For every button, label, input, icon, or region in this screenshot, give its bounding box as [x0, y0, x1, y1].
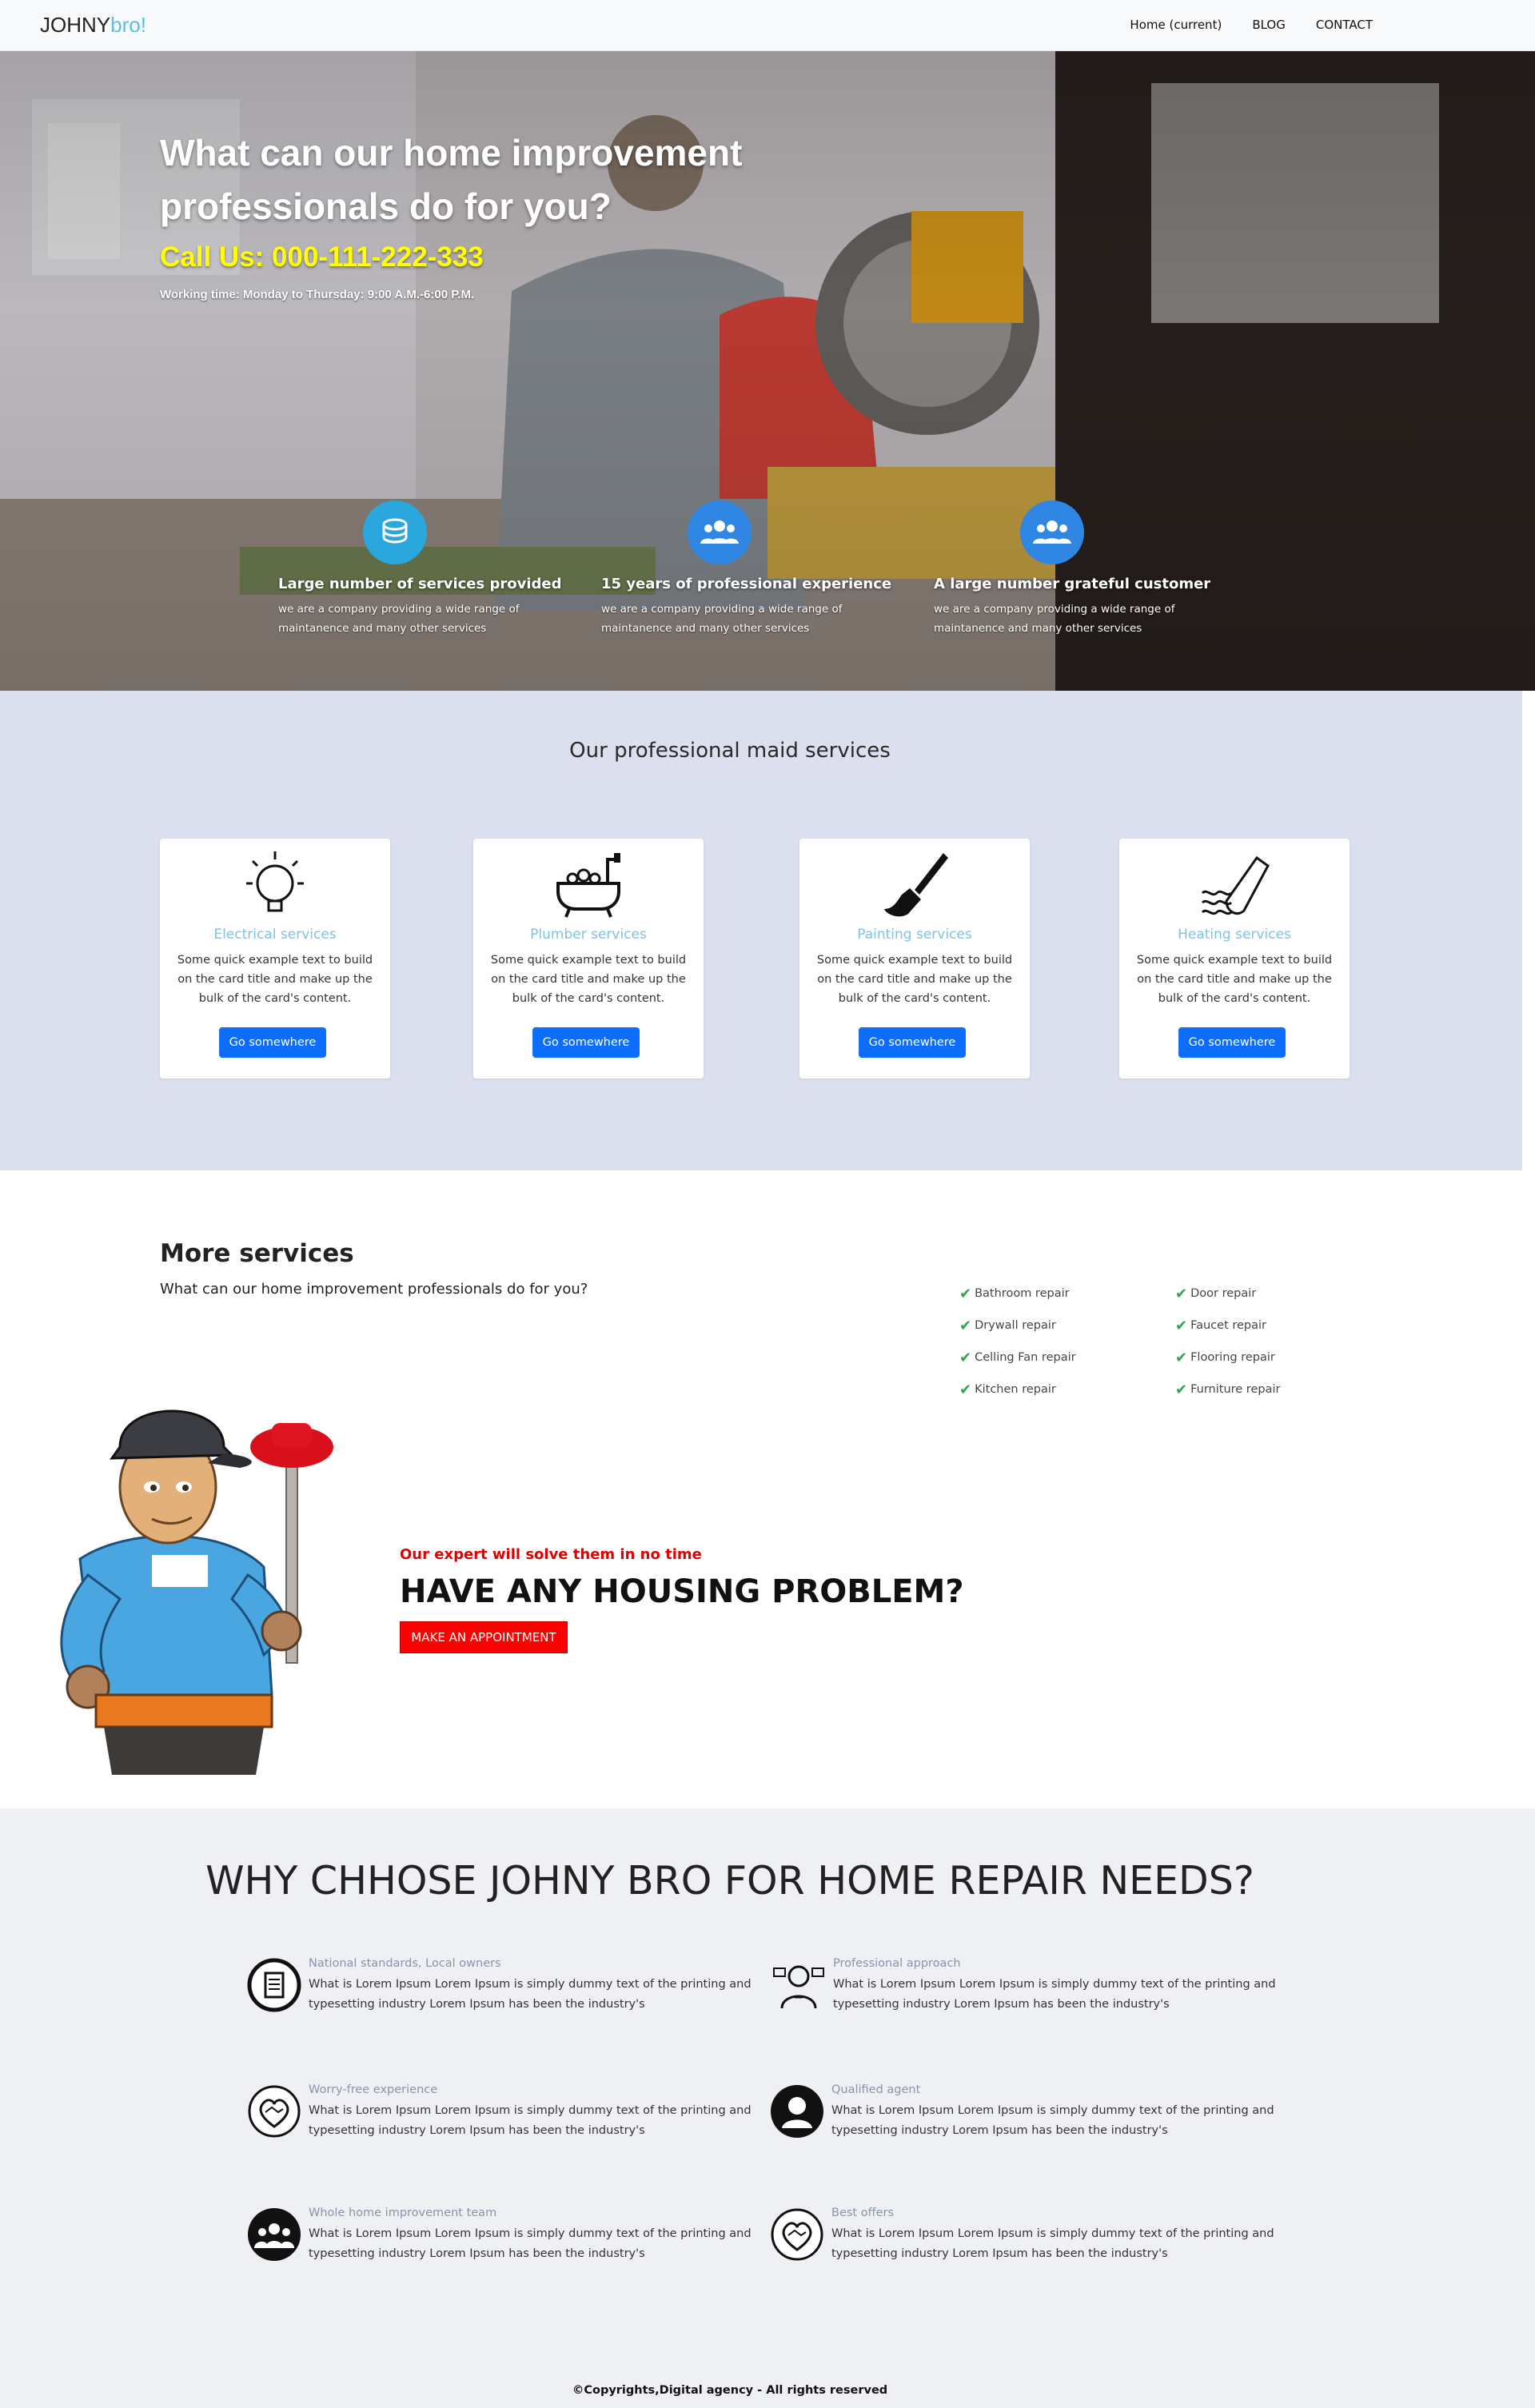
- nav-blog-link[interactable]: BLOG: [1252, 18, 1286, 32]
- why-item-title: Whole home improvement team: [309, 2207, 497, 2219]
- card-title: Heating services: [1178, 927, 1291, 943]
- list-item: ✔ Door repair: [1175, 1285, 1257, 1302]
- paintbrush-icon: [884, 853, 948, 917]
- navbar: JOHNYbro! Home (current) BLOG CONTACT: [0, 0, 1535, 51]
- feature-text: we are a company providing a wide range …: [934, 603, 1175, 635]
- why-item-professional: Professional approach What is Lorem Ipsu…: [771, 1957, 1276, 2021]
- why-item-text: What is Lorem Ipsum Lorem Ipsum is simpl…: [309, 2104, 752, 2137]
- more-services-title: More services: [160, 1239, 354, 1268]
- service-card-heating: Heating services Some quick example text…: [1119, 839, 1350, 1078]
- go-somewhere-button[interactable]: Go somewhere: [219, 1027, 326, 1058]
- coins-icon: [363, 500, 427, 564]
- heating-icon: [1201, 855, 1270, 915]
- hero-phone[interactable]: Call Us: 000-111-222-333: [160, 241, 484, 273]
- brand-accent: bro!: [110, 13, 146, 37]
- why-item-text: What is Lorem Ipsum Lorem Ipsum is simpl…: [831, 2104, 1274, 2137]
- why-item-text: What is Lorem Ipsum Lorem Ipsum is simpl…: [309, 1978, 752, 2011]
- why-item-best-offers: Best offers What is Lorem Ipsum Lorem Ip…: [769, 2207, 1274, 2270]
- card-text: Some quick example text to build on the …: [1136, 954, 1333, 1005]
- check-icon: ✔: [959, 1317, 972, 1334]
- nav-contact-link[interactable]: CONTACT: [1316, 18, 1373, 32]
- card-title: Plumber services: [530, 927, 647, 943]
- card-text: Some quick example text to build on the …: [177, 954, 373, 1005]
- professional-icon: [773, 1965, 824, 2009]
- check-icon: ✔: [1175, 1285, 1188, 1302]
- why-item-title: Best offers: [831, 2207, 895, 2219]
- service-list-right: ✔ Door repair ✔ Faucet repair ✔ Flooring re…: [1175, 1278, 1280, 1405]
- list-item: ✔ Flooring repair: [1175, 1349, 1275, 1366]
- card-text: Some quick example text to build on the …: [816, 954, 1013, 1005]
- users-icon: [688, 500, 752, 564]
- card-title: Painting services: [857, 927, 972, 943]
- more-services-subtitle: What can our home improvement profession…: [160, 1281, 588, 1298]
- why-choose-section: WHY CHHOSE JOHNY BRO FOR HOME REPAIR NEE…: [0, 1808, 1535, 2408]
- feature-text: we are a company providing a wide range …: [278, 603, 520, 635]
- bathtub-icon: [556, 853, 620, 918]
- plumber-illustration: [60, 1409, 333, 1775]
- check-icon: ✔: [959, 1381, 972, 1398]
- make-appointment-button[interactable]: MAKE AN APPOINTMENT: [400, 1621, 568, 1653]
- why-item-text: What is Lorem Ipsum Lorem Ipsum is simpl…: [309, 2227, 752, 2260]
- feature-title: A large number grateful customer: [934, 576, 1211, 592]
- brand-main: JOHNY: [40, 13, 111, 37]
- service-card-plumber: Plumber services Some quick example text…: [473, 839, 704, 1078]
- why-item-worry-free: Worry-free experience What is Lorem Ipsu…: [246, 2083, 752, 2147]
- check-icon: ✔: [959, 1285, 972, 1302]
- check-icon: ✔: [1175, 1381, 1188, 1398]
- housing-headline: HAVE ANY HOUSING PROBLEM?: [400, 1573, 964, 1610]
- hero-section: What can our home improvement profession…: [0, 51, 1535, 691]
- feature-text: we are a company providing a wide range …: [601, 603, 843, 635]
- hero-hours: Working time: Monday to Thursday: 9:00 A…: [160, 288, 475, 301]
- document-icon: [247, 1958, 301, 2012]
- hero-title: What can our home improvement profession…: [160, 132, 743, 227]
- lightbulb-icon: [246, 851, 304, 912]
- check-icon: ✔: [959, 1349, 972, 1366]
- service-list-left: ✔ Bathroom repair ✔ Drywall repair ✔ Cellin…: [959, 1278, 1076, 1405]
- why-item-text: What is Lorem Ipsum Lorem Ipsum is simpl…: [831, 2227, 1274, 2260]
- why-item-text: What is Lorem Ipsum Lorem Ipsum is simpl…: [833, 1978, 1276, 2011]
- why-item-qualified-agent: Qualified agent What is Lorem Ipsum Lore…: [769, 2083, 1274, 2147]
- service-card-electrical: Electrical services Some quick example t…: [160, 839, 390, 1078]
- handshake-icon: [248, 2085, 301, 2138]
- service-card-painting: Painting services Some quick example tex…: [799, 839, 1030, 1078]
- maid-services-section: Our professional maid services Electrica…: [0, 691, 1522, 1170]
- why-item-title: Professional approach: [833, 1957, 961, 1970]
- users-icon: [1020, 500, 1084, 564]
- list-item: ✔ Faucet repair: [1175, 1317, 1267, 1334]
- handshake-heart-icon: [771, 2208, 823, 2261]
- card-title: Electrical services: [213, 927, 337, 943]
- nav-home-link[interactable]: Home (current): [1130, 18, 1222, 32]
- list-item: ✔ Kitchen repair: [959, 1381, 1056, 1398]
- expert-tagline: Our expert will solve them in no time: [400, 1546, 702, 1563]
- why-item-title: National standards, Local owners: [309, 1957, 501, 1970]
- nav-links: Home (current) BLOG CONTACT: [1130, 18, 1373, 32]
- brand-logo[interactable]: JOHNYbro!: [40, 13, 146, 38]
- list-item: ✔ Drywall repair: [959, 1317, 1056, 1334]
- go-somewhere-button[interactable]: Go somewhere: [859, 1027, 966, 1058]
- feature-title: Large number of services provided: [278, 576, 562, 592]
- list-item: ✔ Furniture repair: [1175, 1381, 1281, 1398]
- list-item: ✔ Celling Fan repair: [959, 1349, 1076, 1366]
- list-item: ✔ Bathroom repair: [959, 1285, 1070, 1302]
- go-somewhere-button[interactable]: Go somewhere: [1178, 1027, 1286, 1058]
- check-icon: ✔: [1175, 1349, 1188, 1366]
- why-item-national-standards: National standards, Local owners What is…: [246, 1957, 752, 2021]
- agent-icon: [771, 2085, 823, 2138]
- why-item-title: Qualified agent: [831, 2083, 921, 2096]
- check-icon: ✔: [1175, 1317, 1188, 1334]
- why-item-title: Worry-free experience: [309, 2083, 438, 2096]
- feature-title: 15 years of professional experience: [601, 576, 892, 592]
- team-icon: [248, 2208, 301, 2261]
- go-somewhere-button[interactable]: Go somewhere: [532, 1027, 640, 1058]
- section-title: WHY CHHOSE JOHNY BRO FOR HOME REPAIR NEE…: [205, 1858, 1254, 1904]
- card-text: Some quick example text to build on the …: [490, 954, 687, 1005]
- why-item-team: Whole home improvement team What is Lore…: [246, 2207, 752, 2270]
- footer-copyright: ©Copyrights,Digital agency - All rights …: [572, 2384, 888, 2397]
- section-title: Our professional maid services: [569, 739, 891, 763]
